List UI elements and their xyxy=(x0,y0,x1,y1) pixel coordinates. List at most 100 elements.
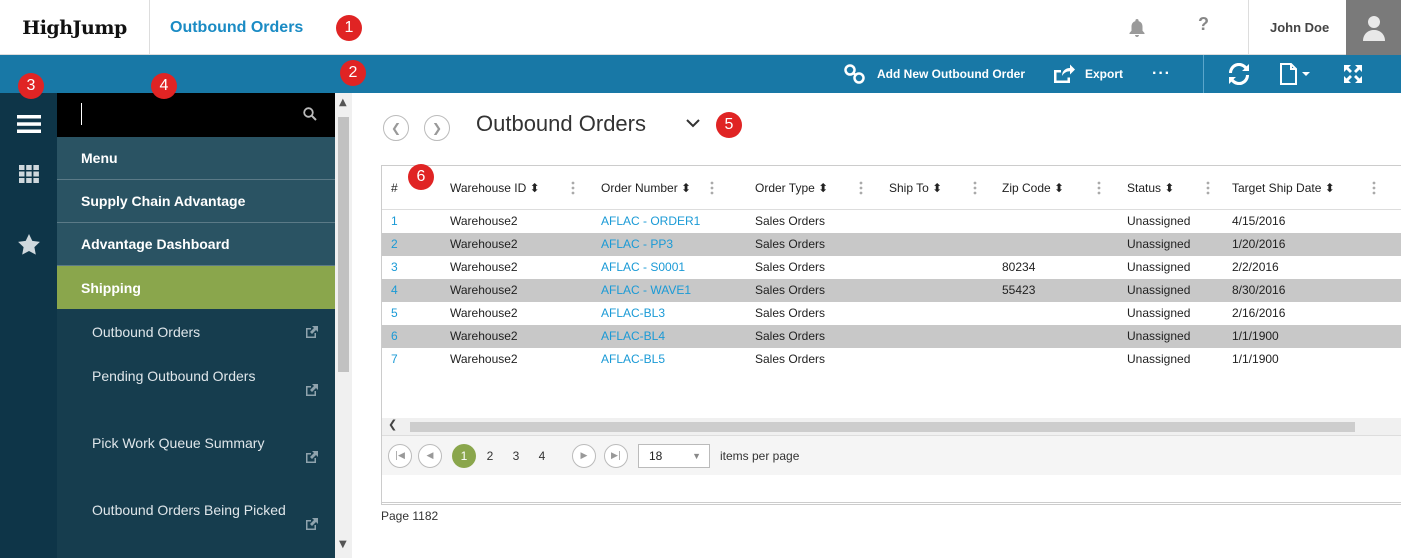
table-row[interactable]: 1 Warehouse2 AFLAC - ORDER1 Sales Orders Una… xyxy=(382,210,1401,233)
scroll-down-icon[interactable]: ▼ xyxy=(339,539,347,550)
first-page-icon[interactable]: |◀ xyxy=(388,444,412,468)
scroll-left-icon[interactable]: ❮ xyxy=(388,418,397,431)
notification-bell-icon[interactable] xyxy=(1126,17,1148,39)
export-button[interactable]: Export xyxy=(1051,55,1123,93)
new-document-dropdown-icon[interactable] xyxy=(1278,55,1312,93)
app-title: Outbound Orders xyxy=(170,19,304,36)
menu-header-item[interactable]: Menu xyxy=(57,137,335,180)
target-ship-date-cell: 4/15/2016 xyxy=(1232,214,1286,228)
status-cell: Unassigned xyxy=(1127,329,1191,343)
menu-item-supply-chain-advantage[interactable]: Supply Chain Advantage xyxy=(57,180,335,223)
previous-page-icon[interactable]: ◀ xyxy=(418,444,442,468)
row-index[interactable]: 3 xyxy=(391,256,398,279)
row-index[interactable]: 6 xyxy=(391,325,398,348)
refresh-icon[interactable] xyxy=(1228,55,1250,93)
status-cell: Unassigned xyxy=(1127,260,1191,274)
row-index[interactable]: 2 xyxy=(391,233,398,256)
table-row[interactable]: 4 Warehouse2 AFLAC - WAVE1 Sales Orders 5542… xyxy=(382,279,1401,302)
column-menu-icon[interactable] xyxy=(1097,181,1101,195)
submenu-item-outbound-orders-being-picked[interactable]: Outbound Orders Being Picked xyxy=(57,498,335,550)
user-divider xyxy=(1248,0,1249,55)
column-header-ship-to[interactable]: Ship To ⬍ xyxy=(889,166,942,210)
order-number-cell[interactable]: AFLAC - WAVE1 xyxy=(601,279,691,302)
column-header-order-number[interactable]: Order Number ⬍ xyxy=(601,166,691,210)
horizontal-scrollbar-thumb[interactable] xyxy=(410,422,1355,432)
horizontal-scrollbar[interactable]: ❮ xyxy=(382,418,1401,435)
target-ship-date-cell: 1/1/1900 xyxy=(1232,329,1279,343)
sort-icon[interactable]: ⬍ xyxy=(681,181,691,195)
column-header-zip-code[interactable]: Zip Code ⬍ xyxy=(1002,166,1064,210)
column-menu-icon[interactable] xyxy=(859,181,863,195)
column-menu-icon[interactable] xyxy=(1206,181,1210,195)
status-cell: Unassigned xyxy=(1127,214,1191,228)
table-row[interactable]: 7 Warehouse2 AFLAC-BL5 Sales Orders Unassign… xyxy=(382,348,1401,371)
order-number-cell[interactable]: AFLAC - PP3 xyxy=(601,233,673,256)
submenu-item-pick-work-queue-summary[interactable]: Pick Work Queue Summary xyxy=(57,431,335,483)
submenu-item-pending-outbound-orders[interactable]: Pending Outbound Orders xyxy=(57,364,335,416)
user-name[interactable]: John Doe xyxy=(1270,0,1329,55)
sort-icon[interactable]: ⬍ xyxy=(530,181,540,195)
search-icon[interactable] xyxy=(303,107,317,121)
forward-arrow-icon[interactable]: ❯ xyxy=(424,115,450,141)
last-page-icon[interactable]: ▶| xyxy=(604,444,628,468)
page-1-button[interactable]: 1 xyxy=(452,444,476,468)
warehouse-id-cell: Warehouse2 xyxy=(450,214,518,228)
menu-item-advantage-dashboard[interactable]: Advantage Dashboard xyxy=(57,223,335,266)
column-header-status[interactable]: Status ⬍ xyxy=(1127,166,1174,210)
page-3-button[interactable]: 3 xyxy=(504,444,528,468)
external-link-icon xyxy=(306,518,318,530)
sort-icon[interactable]: ⬍ xyxy=(1054,181,1064,195)
sort-icon[interactable]: ⬍ xyxy=(818,181,828,195)
user-avatar-icon[interactable] xyxy=(1346,0,1401,55)
table-row[interactable]: 3 Warehouse2 AFLAC - S0001 Sales Orders 8023… xyxy=(382,256,1401,279)
fullscreen-icon[interactable] xyxy=(1342,55,1364,93)
highjump-logo[interactable]: HighJump xyxy=(0,0,150,55)
page-size-select[interactable]: 18 ▼ xyxy=(638,444,710,468)
sort-icon[interactable]: ⬍ xyxy=(1325,181,1335,195)
order-type-cell: Sales Orders xyxy=(755,260,826,274)
scroll-up-icon[interactable]: ▲ xyxy=(339,97,347,108)
apps-grid-icon[interactable] xyxy=(14,159,44,189)
sort-icon[interactable]: ⬍ xyxy=(1164,181,1174,195)
page-title[interactable]: Outbound Orders xyxy=(476,111,646,137)
column-header-order-type[interactable]: Order Type ⬍ xyxy=(755,166,828,210)
row-index[interactable]: 1 xyxy=(391,210,398,233)
help-icon[interactable]: ? xyxy=(1198,14,1209,35)
warehouse-id-cell: Warehouse2 xyxy=(450,260,518,274)
callout-badge: 4 xyxy=(151,73,177,99)
page-4-button[interactable]: 4 xyxy=(530,444,554,468)
row-index[interactable]: 7 xyxy=(391,348,398,371)
column-header-target-ship-date[interactable]: Target Ship Date ⬍ xyxy=(1232,166,1335,210)
favorites-star-icon[interactable] xyxy=(14,229,44,259)
order-number-cell[interactable]: AFLAC-BL3 xyxy=(601,302,665,325)
add-new-outbound-order-button[interactable]: Add New Outbound Order xyxy=(843,55,1025,93)
sort-icon[interactable]: ⬍ xyxy=(932,181,942,195)
column-header-warehouse-id[interactable]: Warehouse ID ⬍ xyxy=(450,166,540,210)
more-options-button[interactable]: ··· xyxy=(1152,55,1171,93)
submenu-item-outbound-orders[interactable]: Outbound Orders xyxy=(57,317,335,347)
table-row[interactable]: 6 Warehouse2 AFLAC-BL4 Sales Orders Unassign… xyxy=(382,325,1401,348)
order-number-cell[interactable]: AFLAC-BL5 xyxy=(601,348,665,371)
menu-item-shipping[interactable]: Shipping xyxy=(57,266,335,309)
submenu-label: Pick Work Queue Summary xyxy=(92,435,265,451)
target-ship-date-cell: 2/2/2016 xyxy=(1232,260,1279,274)
back-arrow-icon[interactable]: ❮ xyxy=(383,115,409,141)
chevron-down-icon[interactable] xyxy=(685,117,701,129)
row-index[interactable]: 5 xyxy=(391,302,398,325)
menu-search-input[interactable] xyxy=(65,103,295,127)
column-menu-icon[interactable] xyxy=(973,181,977,195)
next-page-icon[interactable]: ▶ xyxy=(572,444,596,468)
sidebar-scrollbar[interactable]: ▲ ▼ xyxy=(335,93,352,558)
table-row[interactable]: 2 Warehouse2 AFLAC - PP3 Sales Orders Unassi… xyxy=(382,233,1401,256)
hamburger-menu-icon[interactable] xyxy=(14,109,44,139)
column-menu-icon[interactable] xyxy=(1372,181,1376,195)
row-index[interactable]: 4 xyxy=(391,279,398,302)
order-number-cell[interactable]: AFLAC - S0001 xyxy=(601,256,685,279)
scrollbar-thumb[interactable] xyxy=(338,117,349,372)
column-menu-icon[interactable] xyxy=(710,181,714,195)
page-2-button[interactable]: 2 xyxy=(478,444,502,468)
column-menu-icon[interactable] xyxy=(571,181,575,195)
table-row[interactable]: 5 Warehouse2 AFLAC-BL3 Sales Orders Unassign… xyxy=(382,302,1401,325)
order-number-cell[interactable]: AFLAC-BL4 xyxy=(601,325,665,348)
order-number-cell[interactable]: AFLAC - ORDER1 xyxy=(601,210,700,233)
